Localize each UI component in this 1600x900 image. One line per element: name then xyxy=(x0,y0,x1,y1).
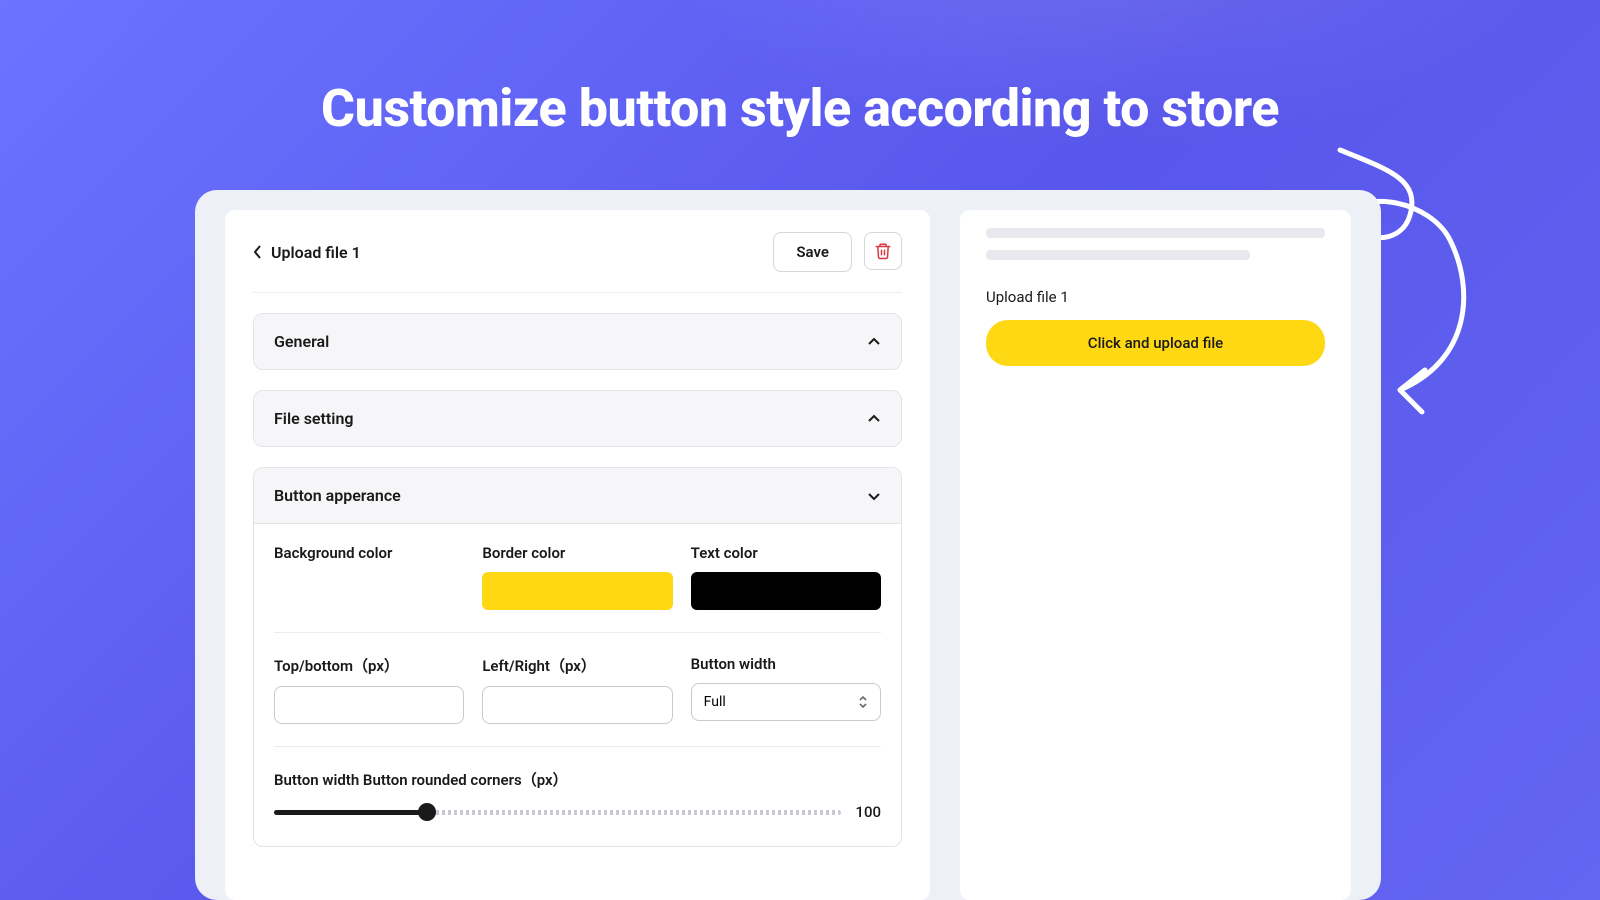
left-right-label: Left/Right（px） xyxy=(482,655,672,676)
text-color-label: Text color xyxy=(691,544,881,562)
section-general-title: General xyxy=(274,332,329,351)
section-file-setting-title: File setting xyxy=(274,409,353,428)
preview-label: Upload file 1 xyxy=(986,288,1325,306)
button-width-label: Button width xyxy=(691,655,881,673)
section-file-setting: File setting xyxy=(253,390,902,447)
preview-panel: Upload file 1 Click and upload file xyxy=(960,210,1351,900)
app-window: Upload file 1 Save General File setting xyxy=(195,190,1381,900)
section-button-appearance-title: Button apperance xyxy=(274,486,401,505)
delete-button[interactable] xyxy=(864,232,902,270)
hero-title: Customize button style according to stor… xyxy=(0,78,1600,139)
chevron-up-icon xyxy=(867,335,881,349)
top-bottom-label: Top/bottom（px） xyxy=(274,655,464,676)
chevron-up-icon xyxy=(867,412,881,426)
trash-icon xyxy=(874,242,892,260)
section-general-header[interactable]: General xyxy=(254,314,901,369)
preview-upload-button[interactable]: Click and upload file xyxy=(986,320,1325,366)
slider-max-value: 100 xyxy=(855,803,881,821)
editor-header: Upload file 1 Save xyxy=(253,232,902,293)
breadcrumb-back[interactable]: Upload file 1 xyxy=(253,243,361,262)
slider-thumb[interactable] xyxy=(418,803,436,821)
rounded-corners-slider[interactable] xyxy=(274,800,841,824)
bg-color-label: Background color xyxy=(274,544,464,562)
editor-panel: Upload file 1 Save General File setting xyxy=(225,210,930,900)
button-width-select[interactable]: Full xyxy=(691,683,881,721)
section-button-appearance-body: Background color Border color Text color xyxy=(254,523,901,846)
section-general: General xyxy=(253,313,902,370)
section-button-appearance: Button apperance Background color Border… xyxy=(253,467,902,847)
section-button-appearance-header[interactable]: Button apperance xyxy=(254,468,901,523)
left-right-input[interactable] xyxy=(482,686,672,724)
chevron-down-icon xyxy=(867,489,881,503)
divider xyxy=(274,632,881,633)
divider xyxy=(274,746,881,747)
rounded-corners-label: Button width Button rounded corners（px） xyxy=(274,769,881,790)
skeleton-line xyxy=(986,250,1250,260)
top-bottom-input[interactable] xyxy=(274,686,464,724)
text-color-swatch[interactable] xyxy=(691,572,881,610)
breadcrumb-label: Upload file 1 xyxy=(271,243,361,262)
border-color-label: Border color xyxy=(482,544,672,562)
skeleton-line xyxy=(986,228,1325,238)
chevron-left-icon xyxy=(253,244,263,260)
border-color-swatch[interactable] xyxy=(482,572,672,610)
save-button[interactable]: Save xyxy=(773,232,852,272)
section-file-setting-header[interactable]: File setting xyxy=(254,391,901,446)
bg-color-swatch[interactable] xyxy=(274,572,464,610)
